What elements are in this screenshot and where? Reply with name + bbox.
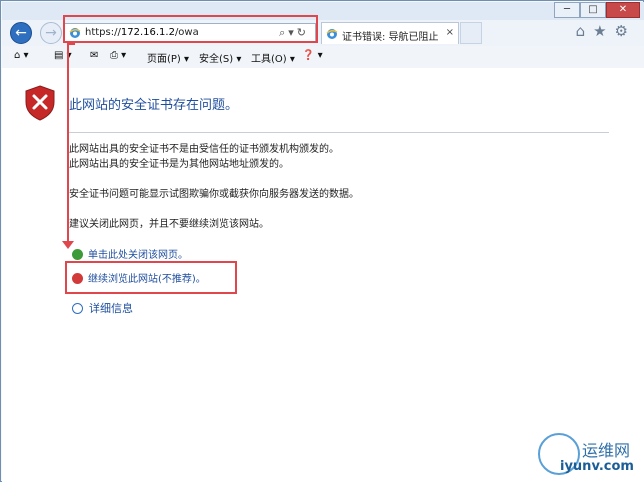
- help-menu[interactable]: ❓ ▾: [302, 50, 323, 61]
- ie-tab-icon: [326, 29, 338, 39]
- annotation-url-box: [63, 15, 318, 43]
- expand-chevron-icon: [72, 303, 83, 314]
- new-tab-button[interactable]: [460, 22, 482, 44]
- print-menu[interactable]: ⎙ ▾: [110, 50, 126, 61]
- page-title: 此网站的安全证书存在问题。: [69, 98, 239, 113]
- divider: [69, 132, 609, 133]
- warning-text: 安全证书问题可能显示试图欺骗你或截获你向服务器发送的数据。: [69, 189, 359, 200]
- safety-menu[interactable]: 安全(S) ▾: [199, 50, 241, 65]
- watermark-cn: 运维网: [582, 441, 631, 460]
- error-line-1: 此网站出具的安全证书不是由受信任的证书颁发机构颁发的。: [69, 144, 339, 155]
- address-bar-row: ← → https://172.16.1.2/owa ⌕▾↻ 证书错误: 导航已…: [2, 15, 644, 47]
- back-arrow-icon: ←: [15, 25, 27, 41]
- home-menu[interactable]: ⌂ ▾: [14, 50, 29, 61]
- recommendation-text: 建议关闭此网页，并且不要继续浏览该网站。: [69, 219, 269, 230]
- tab-close-icon[interactable]: ×: [446, 27, 454, 38]
- annotation-continue-box: [65, 261, 237, 294]
- close-page-link[interactable]: 单击此处关闭该网页。: [72, 246, 188, 261]
- back-button[interactable]: ←: [10, 22, 32, 44]
- tab-title: 证书错误: 导航已阻止: [342, 32, 439, 43]
- browser-window: ─ □ ✕ ← → https://172.16.1.2/owa ⌕▾↻ 证书错…: [0, 0, 644, 482]
- forward-button[interactable]: →: [40, 22, 62, 44]
- error-line-2: 此网站出具的安全证书是为其他网站地址颁发的。: [69, 159, 289, 170]
- command-bar: ⌂ ▾ ▤ ▾ ✉ ⎙ ▾ 页面(P) ▾ 安全(S) ▾ 工具(O) ▾ ❓ …: [2, 46, 644, 69]
- mail-button[interactable]: ✉: [90, 50, 98, 61]
- tools-menu[interactable]: 工具(O) ▾: [251, 50, 295, 65]
- watermark-url: iyunv.com: [560, 459, 634, 474]
- maximize-button[interactable]: □: [580, 2, 606, 18]
- security-shield-icon: [25, 85, 55, 121]
- green-shield-icon: [72, 249, 83, 260]
- more-info-label: 详细信息: [89, 302, 133, 315]
- minimize-button[interactable]: ─: [554, 2, 580, 18]
- tab-certificate-error[interactable]: 证书错误: 导航已阻止 ×: [321, 22, 459, 44]
- annotation-arrow-line: [67, 43, 69, 243]
- error-description: 此网站出具的安全证书不是由受信任的证书颁发机构颁发的。 此网站出具的安全证书是为…: [69, 142, 339, 172]
- close-window-button[interactable]: ✕: [606, 2, 640, 18]
- toolbar-icons: ⌂★⚙: [575, 22, 636, 40]
- close-page-link-label: 单击此处关闭该网页。: [88, 250, 188, 261]
- page-content: 此网站的安全证书存在问题。 此网站出具的安全证书不是由受信任的证书颁发机构颁发的…: [2, 68, 644, 482]
- page-menu[interactable]: 页面(P) ▾: [147, 50, 189, 65]
- more-info-toggle[interactable]: 详细信息: [72, 300, 133, 316]
- annotation-arrow-head: [62, 241, 74, 249]
- watermark: 运维网 iyunv.com: [538, 433, 642, 479]
- forward-arrow-icon: →: [45, 25, 57, 41]
- feeds-menu[interactable]: ▤ ▾: [54, 50, 72, 61]
